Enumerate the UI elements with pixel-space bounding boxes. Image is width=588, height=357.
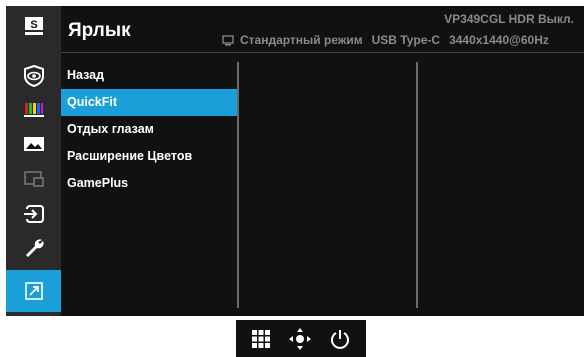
splendid-icon: S — [24, 17, 43, 35]
pip-icon — [23, 171, 44, 187]
sidebar-item-color[interactable] — [6, 94, 61, 126]
sidebar: S — [6, 6, 61, 316]
resolution: 3440x1440@60Hz — [449, 33, 549, 47]
sidebar-item-eye-care[interactable] — [6, 60, 61, 92]
input-source: USB Type-C — [371, 33, 441, 47]
sidebar-item-pip[interactable] — [6, 163, 61, 195]
sidebar-item-system[interactable] — [6, 232, 61, 264]
sidebar-item-input[interactable] — [6, 198, 61, 230]
sidebar-item-shortcut[interactable] — [6, 270, 61, 312]
page-title: Ярлык — [68, 20, 131, 41]
monitor-icon — [222, 35, 234, 46]
image-icon — [23, 137, 44, 151]
menu-item-quickfit[interactable]: QuickFit — [61, 89, 237, 116]
sidebar-item-splendid[interactable]: S — [6, 10, 61, 42]
power-icon[interactable] — [329, 328, 351, 350]
status-line: Стандартный режим USB Type-C 3440x1440@6… — [222, 33, 578, 47]
splendid-label: S — [30, 19, 37, 31]
menu-item-back[interactable]: Назад — [61, 62, 237, 89]
column-divider-2 — [416, 62, 418, 308]
input-select-icon — [23, 205, 44, 223]
column-divider-1 — [237, 62, 239, 308]
joystick-icon[interactable] — [288, 327, 312, 351]
control-bar — [236, 320, 366, 357]
menu-item-eye-rest[interactable]: Отдых глазам — [61, 116, 237, 143]
wrench-icon — [25, 239, 44, 257]
menu-grid-icon[interactable] — [251, 329, 271, 349]
preset-mode: Стандартный режим — [240, 33, 363, 47]
osd-window: S Ярлык VP349CGL HDR Выкл. Стандартный р… — [6, 6, 584, 316]
header-divider — [61, 52, 584, 53]
eye-care-icon — [23, 65, 44, 87]
sidebar-item-image[interactable] — [6, 128, 61, 160]
menu-item-gameplus[interactable]: GamePlus — [61, 170, 237, 197]
model-hdr-status: VP349CGL HDR Выкл. — [444, 12, 574, 26]
shortcut-icon — [24, 282, 43, 300]
color-bars-icon — [23, 103, 44, 117]
menu-item-color-expansion[interactable]: Расширение Цветов — [61, 143, 237, 170]
shortcut-menu: Назад QuickFit Отдых глазам Расширение Ц… — [61, 62, 237, 197]
